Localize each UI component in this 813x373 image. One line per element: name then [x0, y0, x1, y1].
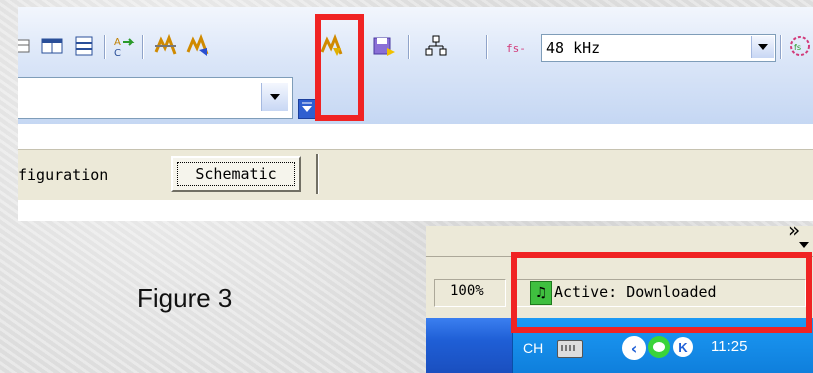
sample-rate-select[interactable]: 48 kHz: [541, 34, 776, 62]
partial-icon[interactable]: [18, 32, 36, 60]
toolbar-separator: [104, 35, 106, 59]
chevron-more-icon[interactable]: »: [788, 226, 800, 242]
build-blue-icon[interactable]: [184, 32, 212, 60]
figure-caption: Figure 3: [137, 283, 233, 313]
chevron-down-icon[interactable]: [751, 36, 774, 58]
wechat-icon[interactable]: [648, 336, 670, 358]
tab-schematic-label: Schematic: [177, 162, 295, 186]
toolbar-separator: [408, 35, 410, 59]
k-app-icon[interactable]: K: [673, 337, 693, 357]
svg-text:A: A: [114, 37, 121, 48]
tab-bar: figuration Schematic: [18, 149, 813, 200]
statusbar-screenshot: » 100% ♫ Active: Downloaded CH ‹ K 11:25: [426, 226, 813, 373]
language-indicator[interactable]: CH: [523, 340, 543, 356]
chevron-down-icon[interactable]: [261, 83, 288, 111]
clock[interactable]: 11:25: [711, 338, 747, 355]
toolbar-overflow-button[interactable]: [298, 99, 316, 119]
fs-settings-icon[interactable]: fs: [786, 32, 813, 60]
highlight-box: [315, 14, 364, 121]
spell-check-icon[interactable]: AC: [110, 32, 138, 60]
svg-text:C: C: [114, 48, 121, 58]
tray-back-icon[interactable]: ‹: [622, 336, 646, 360]
toolbar-separator: [142, 35, 144, 59]
zoom-level: 100%: [450, 283, 484, 299]
save-download-icon[interactable]: [370, 32, 398, 60]
toolbar-separator: [780, 35, 782, 59]
project-select[interactable]: [18, 77, 293, 119]
toolbar-row-2: [18, 77, 813, 119]
keyboard-icon[interactable]: [557, 340, 583, 358]
build-icon[interactable]: [152, 32, 180, 60]
tab-configuration[interactable]: figuration: [18, 166, 108, 184]
fs-label: fs-: [506, 42, 526, 55]
svg-text:fs: fs: [794, 43, 801, 52]
columns-icon[interactable]: [70, 32, 98, 60]
table-icon[interactable]: [38, 32, 66, 60]
highlight-box: [511, 252, 812, 333]
tab-separator: [316, 154, 319, 194]
toolbar-row-1: AC fs- 48 kHz fs: [18, 29, 813, 69]
sample-rate-value: 48 kHz: [546, 39, 601, 57]
toolbar-separator: [486, 35, 488, 59]
hierarchy-icon[interactable]: [422, 32, 450, 60]
tab-schematic[interactable]: Schematic: [171, 156, 301, 192]
toolbar-screenshot: AC fs- 48 kHz fs figuration Schematic: [18, 7, 813, 221]
dropdown-arrow-icon[interactable]: [799, 242, 809, 248]
toolbar: AC fs- 48 kHz fs: [18, 7, 813, 124]
